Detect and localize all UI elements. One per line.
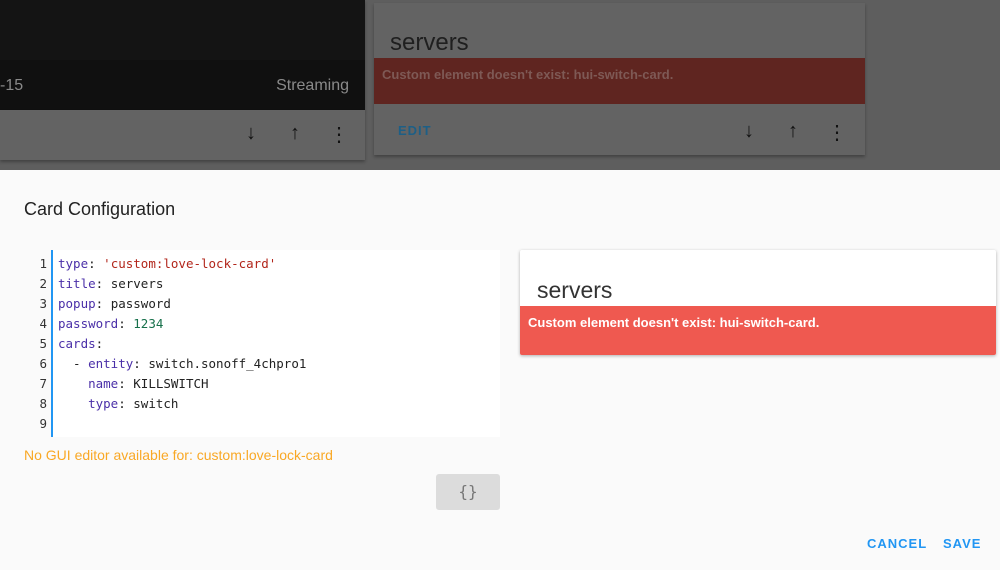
save-button[interactable]: SAVE	[943, 536, 981, 551]
yaml-editor[interactable]: 1 2 3 4 5 6 7 8 9 type: 'custom:love-loc…	[24, 250, 500, 437]
code-content[interactable]: type: 'custom:love-lock-card' title: serv…	[58, 254, 306, 434]
yaml-value: 1234	[133, 316, 164, 331]
line-gutter: 1 2 3 4 5 6 7 8 9	[24, 250, 53, 437]
yaml-key: title	[58, 276, 96, 291]
preview-title: servers	[537, 277, 613, 303]
more-vert-icon[interactable]: ⋮	[825, 120, 849, 145]
line-number: 9	[39, 416, 47, 431]
no-gui-editor-warning: No GUI editor available for: custom:love…	[24, 447, 333, 463]
line-number: 2	[39, 276, 47, 291]
line-number: 4	[39, 316, 47, 331]
yaml-key: type	[88, 396, 119, 411]
error-banner: Custom element doesn't exist: hui-switch…	[374, 58, 865, 104]
card-config-dialog: Card Configuration 1 2 3 4 5 6 7 8 9 typ…	[0, 170, 1000, 570]
arrow-down-icon[interactable]: ↓	[737, 120, 761, 145]
line-number: 1	[39, 256, 47, 271]
arrow-up-icon[interactable]: ↑	[781, 120, 805, 145]
preview-error-banner: Custom element doesn't exist: hui-switch…	[520, 306, 996, 355]
camera-card: -15 Streaming	[0, 0, 365, 110]
camera-status: Streaming	[276, 77, 349, 94]
yaml-key: cards	[58, 336, 96, 351]
yaml-key: password	[58, 316, 119, 331]
line-number: 3	[39, 296, 47, 311]
line-number: 5	[39, 336, 47, 351]
yaml-key: popup	[58, 296, 96, 311]
yaml-key: name	[88, 376, 119, 391]
card-preview: servers Custom element doesn't exist: hu…	[520, 250, 996, 355]
line-number: 8	[39, 396, 47, 411]
camera-name: -15	[0, 77, 24, 94]
yaml-value: servers	[110, 276, 164, 291]
cancel-button[interactable]: CANCEL	[867, 536, 927, 551]
line-number: 7	[39, 376, 47, 391]
arrow-up-icon[interactable]: ↑	[283, 122, 307, 147]
yaml-key: type	[58, 256, 89, 271]
camera-card-actions: ↓ ↑ ⋮	[0, 110, 365, 160]
more-vert-icon[interactable]: ⋮	[327, 122, 351, 147]
line-number: 6	[39, 356, 47, 371]
arrow-down-icon[interactable]: ↓	[239, 122, 263, 147]
camera-caption: -15 Streaming	[0, 60, 365, 110]
yaml-value: KILLSWITCH	[133, 376, 209, 391]
yaml-value: password	[110, 296, 171, 311]
yaml-value: switch.sonoff_4chpro1	[148, 356, 307, 371]
edit-button[interactable]: EDIT	[398, 123, 432, 138]
toggle-editor-button[interactable]: {}	[436, 474, 500, 510]
yaml-value: 'custom:love-lock-card'	[103, 256, 277, 271]
dialog-title: Card Configuration	[24, 199, 176, 219]
servers-card: servers Custom element doesn't exist: hu…	[374, 3, 865, 155]
yaml-value: switch	[133, 396, 179, 411]
card-title: servers	[390, 29, 469, 56]
yaml-key: entity	[88, 356, 134, 371]
